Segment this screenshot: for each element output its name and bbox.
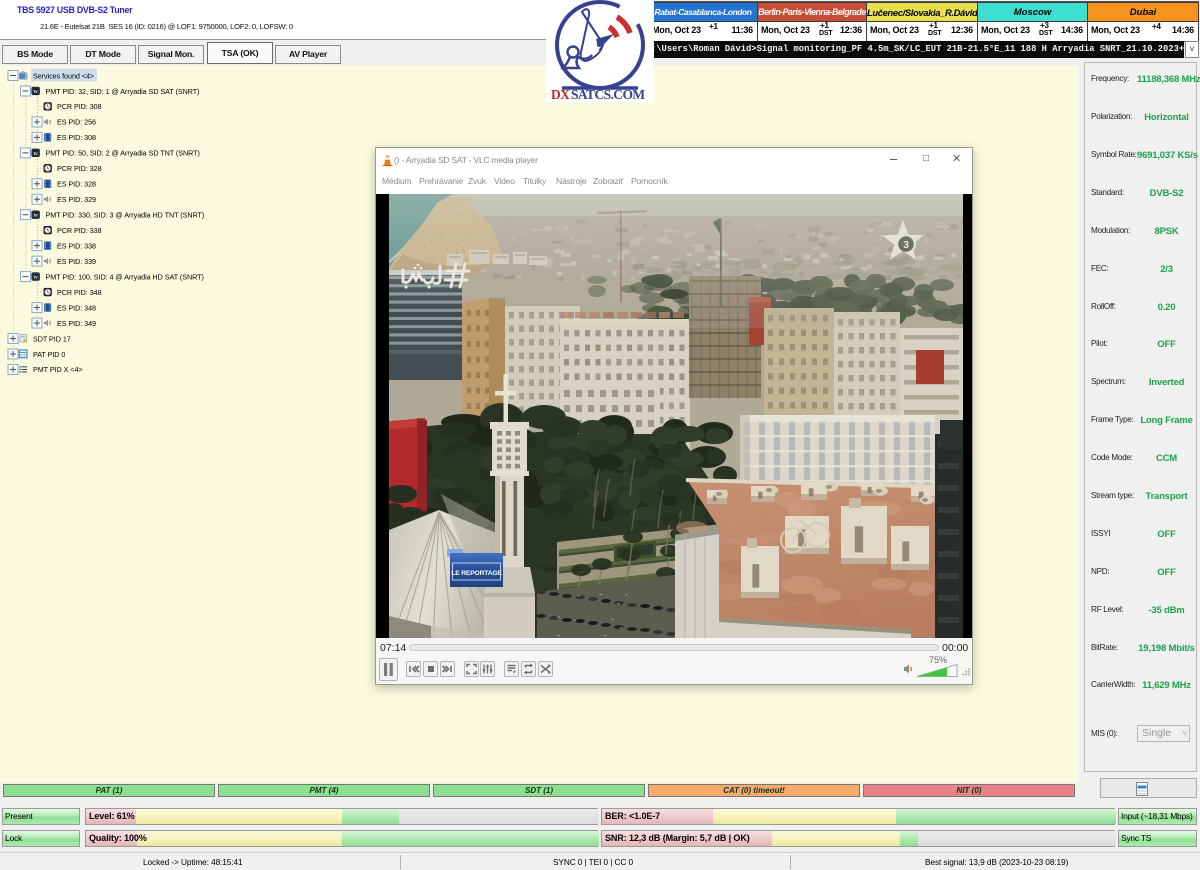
svg-text:PMT PID: 330, SID: 3 @ Arryadi: PMT PID: 330, SID: 3 @ Arryadia HD TNT (…	[46, 211, 205, 220]
svg-text:SATCS.COM: SATCS.COM	[571, 87, 645, 102]
svg-text:PMT PID: 100, SID: 4 @ Arryadi: PMT PID: 100, SID: 4 @ Arryadia HD SAT (…	[46, 272, 204, 281]
svg-text:PCR PID: 308: PCR PID: 308	[57, 102, 102, 111]
svg-text:SDT PID 17: SDT PID 17	[33, 334, 71, 343]
svg-text:ES PID: 308: ES PID: 308	[57, 133, 96, 142]
svg-text:tv: tv	[34, 275, 39, 280]
svg-text:ES PID: 329: ES PID: 329	[57, 195, 96, 204]
svg-text:DX: DX	[551, 87, 570, 102]
svg-text:ES PID: 256: ES PID: 256	[57, 118, 96, 127]
svg-text:PMT PID: 50, SID: 2 @ Arryadia: PMT PID: 50, SID: 2 @ Arryadia SD TNT (S…	[46, 149, 200, 158]
svg-text:ES PID: 328: ES PID: 328	[57, 180, 96, 189]
svg-text:PAT PID 0: PAT PID 0	[33, 350, 65, 359]
svg-text:PMT PID: 32, SID: 1 @ Arryadia: PMT PID: 32, SID: 1 @ Arryadia SD SAT (S…	[46, 87, 200, 96]
svg-text:tv: tv	[34, 151, 39, 156]
svg-text:tv: tv	[34, 213, 39, 218]
svg-text:tv: tv	[34, 89, 39, 94]
svg-text:Services found <4>: Services found <4>	[33, 71, 94, 80]
svg-text:ES PID: 339: ES PID: 339	[57, 257, 96, 266]
svg-text:PCR PID: 338: PCR PID: 338	[57, 226, 102, 235]
svg-text:ES PID: 348: ES PID: 348	[57, 303, 96, 312]
svg-text:ES PID: 338: ES PID: 338	[57, 241, 96, 250]
svg-text:PCR PID: 348: PCR PID: 348	[57, 288, 102, 297]
svg-text:PMT PID X <4>: PMT PID X <4>	[33, 365, 83, 374]
svg-text:ES PID: 349: ES PID: 349	[57, 319, 96, 328]
svg-text:PCR PID: 328: PCR PID: 328	[57, 164, 102, 173]
